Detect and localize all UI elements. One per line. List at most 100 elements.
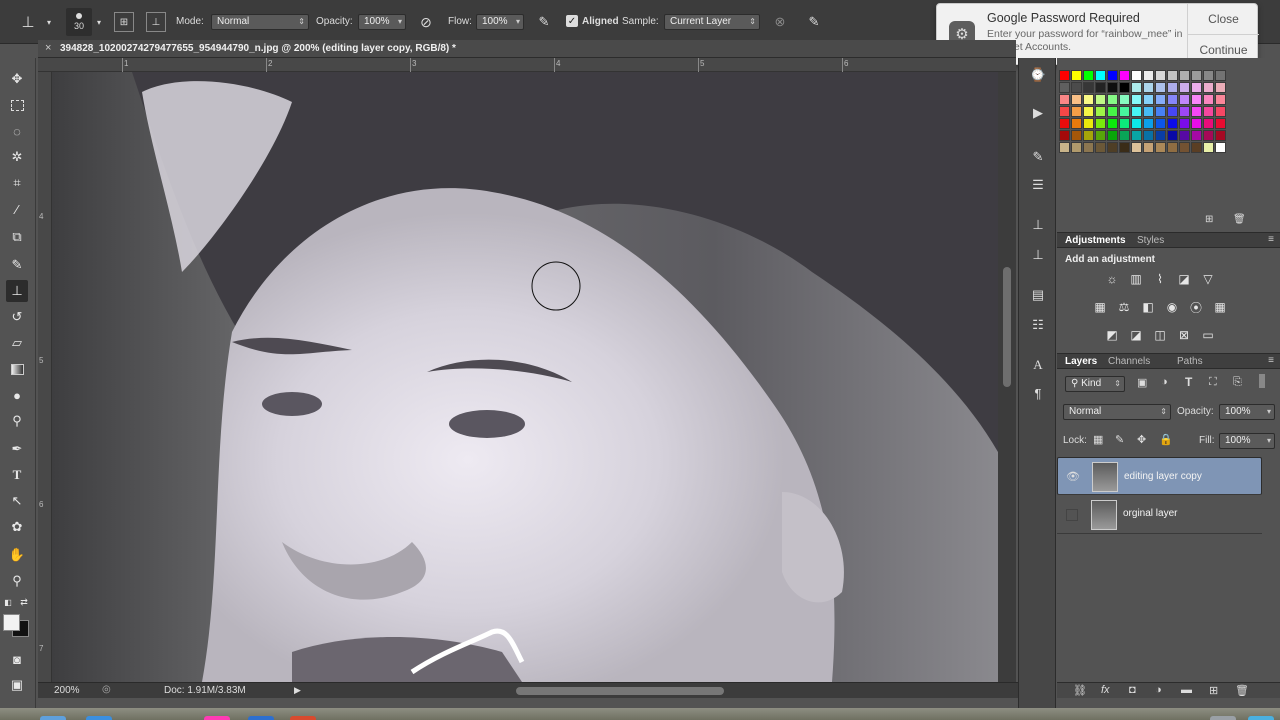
filter-adjustment-icon[interactable]: ◑: [1161, 376, 1168, 388]
color-swatch[interactable]: [1203, 94, 1214, 105]
color-swatch[interactable]: [1203, 82, 1214, 93]
color-swatch[interactable]: [1059, 82, 1070, 93]
zoom-tool-icon[interactable]: ⚲: [6, 570, 28, 592]
color-swatch[interactable]: [1167, 118, 1178, 129]
color-swatch[interactable]: [1071, 106, 1082, 117]
color-swatch[interactable]: [1215, 106, 1226, 117]
app-icon[interactable]: [1210, 716, 1236, 720]
adjustment-layer-icon[interactable]: ◑: [1155, 684, 1162, 696]
color-swatch[interactable]: [1167, 94, 1178, 105]
gradient-map-icon[interactable]: ▭: [1199, 326, 1217, 344]
color-swatch[interactable]: [1215, 82, 1226, 93]
document-tab[interactable]: × 394828_10200274279477655_954944790_n.j…: [38, 40, 1016, 58]
airbrush-icon[interactable]: ✎: [534, 12, 554, 32]
color-swatch[interactable]: [1155, 106, 1166, 117]
lasso-tool-icon[interactable]: ◌: [6, 120, 28, 142]
color-swatch[interactable]: [1059, 142, 1070, 153]
color-swatch[interactable]: [1107, 106, 1118, 117]
color-swatch[interactable]: [1203, 70, 1214, 81]
filter-toggle[interactable]: [1259, 374, 1265, 388]
filter-shape-icon[interactable]: ⛶: [1209, 376, 1217, 389]
color-swatch[interactable]: [1179, 142, 1190, 153]
aligned-checkbox[interactable]: ✓: [566, 15, 578, 27]
color-swatch[interactable]: [1131, 118, 1142, 129]
pressure-opacity-icon[interactable]: ⊘: [416, 12, 436, 32]
tab-channels[interactable]: Channels: [1104, 356, 1154, 368]
posterize-icon[interactable]: ◪: [1127, 326, 1145, 344]
vertical-scroll-thumb[interactable]: [1003, 267, 1011, 387]
color-swatch[interactable]: [1131, 130, 1142, 141]
invert-icon[interactable]: ◩: [1103, 326, 1121, 344]
color-swatch[interactable]: [1179, 130, 1190, 141]
tab-close-icon[interactable]: ×: [45, 42, 51, 54]
flow-dropdown-icon[interactable]: ▾: [516, 15, 520, 29]
character-panel-icon[interactable]: A: [1027, 354, 1049, 376]
delete-layer-icon[interactable]: 🗑: [1235, 684, 1249, 697]
color-swatch[interactable]: [1203, 130, 1214, 141]
color-swatch[interactable]: [1107, 70, 1118, 81]
color-swatch[interactable]: [1059, 118, 1070, 129]
move-tool-icon[interactable]: ✥: [6, 68, 28, 90]
app-icon[interactable]: [290, 716, 316, 720]
color-swatch[interactable]: [1083, 118, 1094, 129]
color-swatch[interactable]: [1203, 142, 1214, 153]
color-swatch[interactable]: [1119, 142, 1130, 153]
opacity-field[interactable]: 100% ▾: [358, 14, 406, 30]
horizontal-scroll-thumb[interactable]: [516, 687, 724, 695]
blur-tool-icon[interactable]: ●: [6, 384, 28, 406]
color-swatch[interactable]: [1071, 118, 1082, 129]
crop-tool-icon[interactable]: ⌗: [6, 172, 28, 194]
history-panel-icon[interactable]: ⌚: [1027, 64, 1049, 86]
color-swatch[interactable]: [1203, 106, 1214, 117]
color-swatch[interactable]: [1215, 118, 1226, 129]
vertical-scrollbar[interactable]: [998, 72, 1016, 682]
color-swatch[interactable]: [1083, 142, 1094, 153]
path-select-tool-icon[interactable]: ↖: [6, 490, 28, 512]
exposure-icon[interactable]: ◪: [1175, 270, 1193, 288]
color-swatch[interactable]: [1143, 94, 1154, 105]
color-swatch[interactable]: [1119, 82, 1130, 93]
panel-menu-icon[interactable]: ≡: [1268, 234, 1274, 245]
color-swatch[interactable]: [1179, 118, 1190, 129]
color-swatch[interactable]: [1167, 82, 1178, 93]
color-swatch[interactable]: [1143, 118, 1154, 129]
new-group-icon[interactable]: ▬: [1181, 684, 1192, 696]
history-brush-tool-icon[interactable]: ↺: [6, 306, 28, 328]
finder-icon[interactable]: [40, 716, 66, 720]
mode-select[interactable]: Normal ⇕: [211, 14, 309, 30]
color-swatch[interactable]: [1155, 70, 1166, 81]
color-swatch[interactable]: [1167, 142, 1178, 153]
new-layer-icon[interactable]: ⊞: [1209, 684, 1218, 697]
color-swatch[interactable]: [1191, 82, 1202, 93]
color-swatch[interactable]: [1215, 94, 1226, 105]
layer-row-editing[interactable]: 👁 editing layer copy: [1057, 457, 1262, 495]
status-menu-arrow-icon[interactable]: ▶: [294, 685, 301, 696]
delete-swatch-icon[interactable]: 🗑: [1233, 214, 1246, 225]
color-swatch[interactable]: [1071, 130, 1082, 141]
eraser-tool-icon[interactable]: ▱: [6, 332, 28, 354]
opacity-dropdown-icon[interactable]: ▾: [398, 15, 402, 29]
hand-tool-icon[interactable]: ✋: [6, 544, 28, 566]
eyedropper-tool-icon[interactable]: ⁄: [6, 198, 28, 220]
gradient-tool-icon[interactable]: [6, 358, 28, 380]
opacity-dropdown-icon[interactable]: ▾: [1267, 405, 1271, 419]
new-swatch-icon[interactable]: ⊞: [1205, 214, 1213, 225]
layer-style-icon[interactable]: fx: [1101, 684, 1110, 696]
sample-select[interactable]: Current Layer ⇕: [664, 14, 760, 30]
color-swatch[interactable]: [1131, 142, 1142, 153]
brush-tool-icon[interactable]: ✎: [6, 254, 28, 276]
color-swatch[interactable]: [1071, 94, 1082, 105]
channel-mixer-icon[interactable]: ⦿: [1187, 298, 1205, 316]
color-swatch[interactable]: [1131, 70, 1142, 81]
color-swatch[interactable]: [1131, 106, 1142, 117]
add-mask-icon[interactable]: ◘: [1129, 684, 1136, 696]
color-swatch[interactable]: [1143, 70, 1154, 81]
actions-panel-icon[interactable]: ▶: [1027, 102, 1049, 124]
info-panel-icon[interactable]: ▤: [1027, 284, 1049, 306]
color-swatch[interactable]: [1095, 142, 1106, 153]
threshold-icon[interactable]: ◫: [1151, 326, 1169, 344]
pressure-size-icon[interactable]: ✎: [804, 12, 824, 32]
color-swatch[interactable]: [1083, 94, 1094, 105]
color-swatch[interactable]: [1215, 142, 1226, 153]
fill-field[interactable]: 100% ▾: [1219, 433, 1275, 449]
